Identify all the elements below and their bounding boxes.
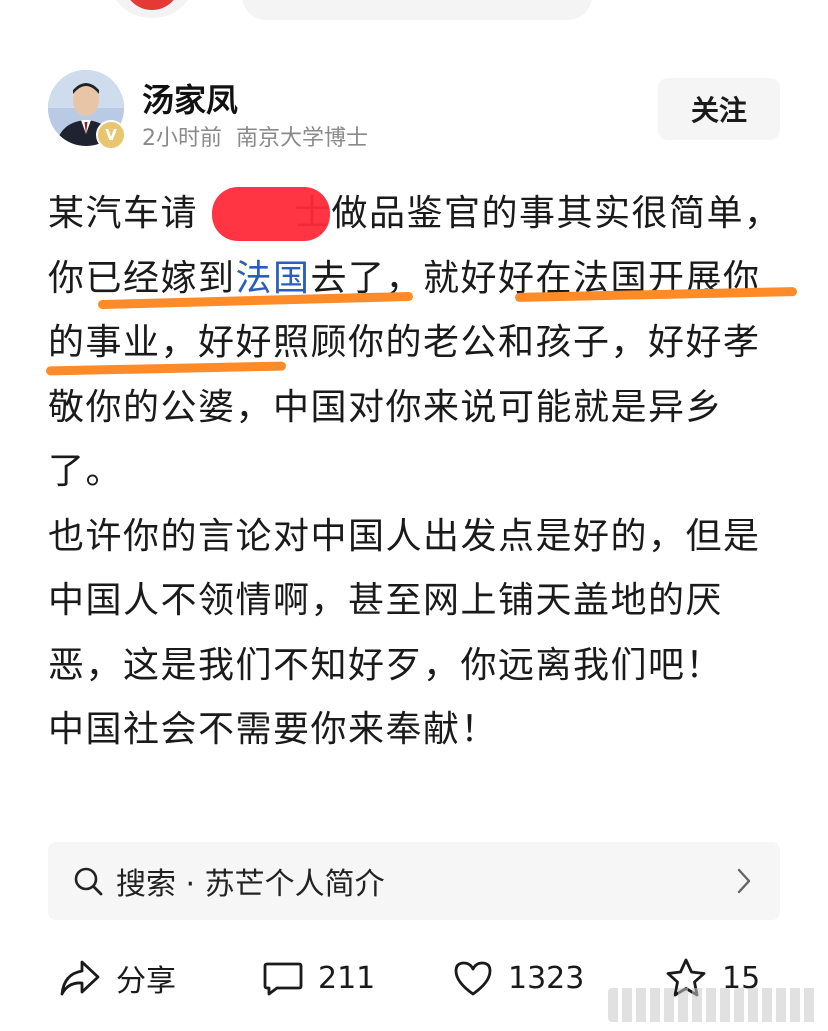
post-meta: 2小时前 南京大学博士 bbox=[142, 120, 368, 152]
verified-icon: V bbox=[96, 120, 126, 150]
share-icon bbox=[60, 960, 100, 996]
hashtag-link[interactable]: 法国 bbox=[236, 258, 311, 299]
post-paragraph-1: 某汽车请 士做品鉴官的事其实很简单，你已经嫁到法国去了，就好好在法国开展你的事业，… bbox=[48, 182, 788, 505]
redaction-mark bbox=[212, 187, 330, 241]
like-count: 1323 bbox=[508, 960, 585, 996]
heart-icon bbox=[454, 961, 492, 996]
top-search-bar[interactable] bbox=[242, 0, 592, 20]
related-search-text: 搜索 · 苏芒个人简介 bbox=[116, 867, 385, 902]
post-paragraph-2: 也许你的言论对中国人出发点是好的，但是中国人不领情啊，甚至网上铺天盖地的厌恶，这… bbox=[48, 515, 761, 686]
author-name[interactable]: 汤家凤 bbox=[142, 75, 238, 121]
search-icon bbox=[74, 867, 103, 896]
chevron-right-icon bbox=[737, 868, 751, 894]
post-body: 某汽车请 士做品鉴官的事其实很简单，你已经嫁到法国去了，就好好在法国开展你的事业，… bbox=[48, 182, 788, 763]
share-label: 分享 bbox=[116, 964, 176, 999]
comment-count: 211 bbox=[318, 960, 376, 996]
comment-button[interactable]: 211 bbox=[262, 948, 375, 1008]
watermark bbox=[608, 988, 818, 1022]
comment-icon bbox=[263, 962, 303, 996]
follow-button[interactable]: 关注 bbox=[658, 78, 780, 140]
post-time: 2小时前 bbox=[142, 126, 222, 151]
post-paragraph-3: 中国社会不需要你来奉献！ bbox=[48, 709, 499, 750]
share-button[interactable]: 分享 bbox=[58, 948, 176, 1008]
post-text: 你已经嫁到 bbox=[48, 257, 236, 299]
like-button[interactable]: 1323 bbox=[452, 948, 584, 1008]
related-search-bar[interactable]: 搜索 · 苏芒个人简介 bbox=[48, 842, 780, 920]
post-text: 某汽车请 bbox=[48, 193, 199, 234]
post-text: 士做品鉴官的事其实很简单， bbox=[294, 193, 782, 234]
author-title: 南京大学博士 bbox=[236, 126, 369, 151]
